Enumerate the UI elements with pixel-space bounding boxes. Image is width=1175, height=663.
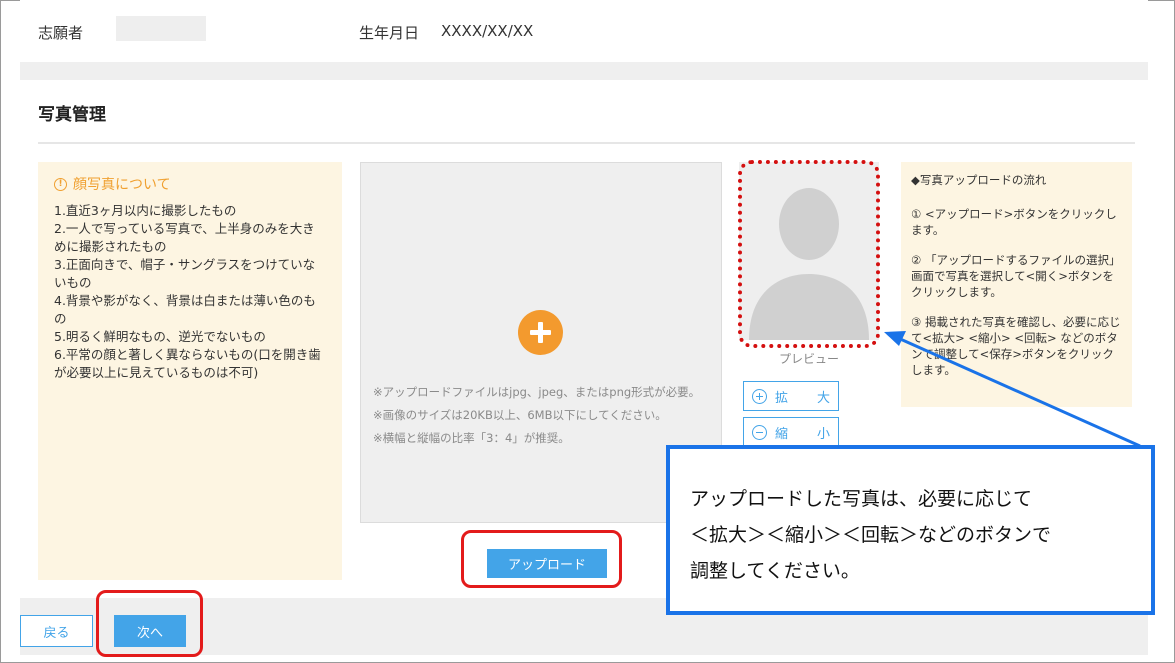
annotation-callout: アップロードした写真は、必要に応じて ＜拡大＞＜縮小＞＜回転＞などのボタンで 調… xyxy=(666,445,1155,615)
callout-line: 調整してください。 xyxy=(690,560,860,582)
callout-line: アップロードした写真は、必要に応じて xyxy=(690,488,1033,510)
callout-line: ＜拡大＞＜縮小＞＜回転＞などのボタンで xyxy=(690,524,1052,546)
